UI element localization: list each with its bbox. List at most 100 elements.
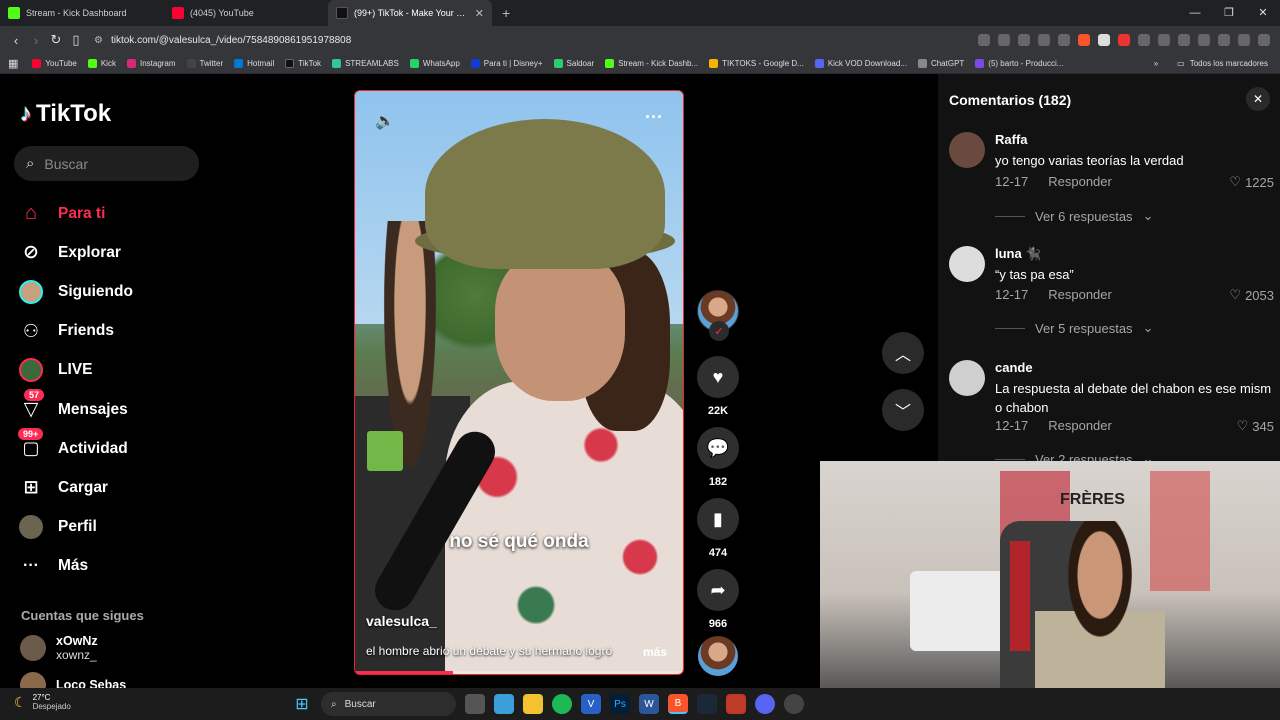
task-view-icon[interactable] [465, 694, 485, 714]
taskbar-search[interactable]: ⌕ Buscar [321, 692, 456, 716]
browser-tab-tiktok[interactable]: (99+) TikTok - Make Your Day ✕ [328, 0, 492, 26]
bookmark-item[interactable]: STREAMLABS [332, 59, 399, 68]
bookmark-item[interactable]: Hotmail [234, 59, 274, 68]
following-account[interactable]: xOwNz xownz_ [20, 634, 98, 662]
forward-icon[interactable]: › [26, 33, 46, 48]
bookmark-item[interactable]: Stream - Kick Dashb... [605, 59, 698, 68]
reply-button[interactable]: Responder [1048, 418, 1112, 433]
zoom-icon[interactable] [1038, 34, 1050, 46]
brave-icon[interactable]: B [668, 694, 688, 714]
volume-icon[interactable]: 🔈 [375, 111, 395, 131]
comment-like-button[interactable]: ♡ 1225 [1229, 174, 1274, 190]
search-input[interactable]: ⌕ Buscar [14, 146, 199, 181]
sound-avatar[interactable] [698, 636, 738, 676]
obs-icon[interactable] [726, 694, 746, 714]
browser-tab-youtube[interactable]: (4045) YouTube [164, 0, 328, 26]
video-author[interactable]: valesulca_ [366, 613, 437, 629]
extensions-puzzle-icon[interactable] [1138, 34, 1150, 46]
bookmark-item[interactable]: Instagram [126, 59, 176, 68]
bookmark-item[interactable]: Kick [87, 59, 116, 68]
video-player[interactable]: 🔈 ··· no sé qué onda valesulca_ el hombr… [354, 90, 684, 675]
bookmark-item[interactable]: TIKTOKS - Google D... [709, 59, 804, 68]
sidebar-item-mensajes[interactable]: ▽ 57 Mensajes [18, 388, 208, 429]
bookmark-item[interactable]: (5) barto - Producci... [975, 59, 1063, 68]
view-replies-button[interactable]: Ver 5 respuestas ⌄ [995, 320, 1153, 336]
bookmark-item[interactable]: WhatsApp [409, 59, 460, 68]
share-icon[interactable] [1058, 34, 1070, 46]
bookmark-item[interactable]: Saldoar [553, 59, 594, 68]
music-icon[interactable] [1178, 34, 1190, 46]
sidebar-item-friends[interactable]: ⚇ Friends [18, 312, 208, 351]
comment-button[interactable]: 💬 182 [696, 427, 740, 488]
comment-username[interactable]: Raffa [995, 132, 1028, 147]
leo-icon[interactable] [1218, 34, 1230, 46]
previous-video-button[interactable]: ︿ [882, 332, 924, 374]
bookmark-item[interactable]: TikTok [285, 59, 321, 68]
all-bookmarks[interactable]: » ▭ Todos los marcadores [1154, 59, 1268, 68]
bookmark-item[interactable]: Para ti | Disney+ [470, 59, 543, 68]
video-progress-bar[interactable] [355, 671, 683, 674]
creator-avatar[interactable]: ✓ [697, 290, 739, 341]
reply-button[interactable]: Responder [1048, 174, 1112, 189]
comment-username[interactable]: luna 🐈‍⬛ [995, 246, 1042, 262]
sidebar-item-cargar[interactable]: ⊞ Cargar [18, 468, 208, 507]
extension-icon[interactable] [1118, 34, 1130, 46]
caption-more-button[interactable]: más [643, 645, 667, 659]
sidebar-icon[interactable] [1158, 34, 1170, 46]
comment-username[interactable]: cande [995, 360, 1033, 375]
bookmark-item[interactable]: ChatGPT [917, 59, 964, 68]
save-button[interactable]: ▮ 474 [696, 498, 740, 559]
reload-icon[interactable]: ↻ [46, 32, 66, 48]
avatar[interactable] [949, 132, 985, 168]
sidebar-item-actividad[interactable]: ▢ 99+ Actividad [18, 427, 208, 468]
steam-icon[interactable] [697, 694, 717, 714]
avatar[interactable] [949, 246, 985, 282]
weather-widget[interactable]: ☾ 27°C Despejado [14, 693, 71, 711]
more-options-icon[interactable]: ··· [645, 107, 663, 128]
share-button[interactable]: ➦ 966 [696, 569, 740, 630]
bookmark-item[interactable]: YouTube [32, 59, 77, 68]
avatar[interactable] [949, 360, 985, 396]
sidebar-item-explorar[interactable]: ⊘ Explorar [18, 233, 208, 272]
sidebar-item-mas[interactable]: ··· Más [18, 547, 208, 586]
new-tab-button[interactable]: + [492, 0, 520, 26]
vpn-icon[interactable] [1238, 34, 1250, 46]
bookmark-item[interactable]: Kick VOD Download... [814, 59, 907, 68]
apps-grid-icon[interactable]: ▦ [8, 57, 18, 70]
close-window-icon[interactable]: ✕ [1246, 0, 1280, 26]
translate-icon[interactable] [1018, 34, 1030, 46]
site-settings-icon[interactable]: ⚙ [94, 35, 103, 46]
spotify-icon[interactable] [552, 694, 572, 714]
brave-shield-icon[interactable] [1078, 34, 1090, 46]
browser-tab-kick[interactable]: Stream - Kick Dashboard [0, 0, 164, 26]
minimize-icon[interactable]: — [1178, 0, 1212, 26]
sidebar-item-live[interactable]: LIVE [18, 351, 208, 390]
url-field[interactable]: ⚙ tiktok.com/@valesulca_/video/758489086… [94, 35, 978, 46]
windows-start-icon[interactable]: ⊞ [292, 694, 312, 714]
sidebar-item-perfil[interactable]: Perfil [18, 508, 208, 547]
sidebar-item-siguiendo[interactable]: Siguiendo [18, 272, 208, 311]
vegas-icon[interactable]: V [581, 694, 601, 714]
restore-icon[interactable]: ❐ [1212, 0, 1246, 26]
word-icon[interactable]: W [639, 694, 659, 714]
extension-icon[interactable] [978, 34, 990, 46]
photoshop-icon[interactable]: Ps [610, 694, 630, 714]
bookmark-item[interactable]: Twitter [186, 59, 223, 68]
comment-like-button[interactable]: ♡ 2053 [1229, 287, 1274, 303]
tiktok-logo[interactable]: ♪ TikTok [20, 100, 111, 128]
close-tab-icon[interactable]: ✕ [475, 7, 484, 20]
back-icon[interactable]: ‹ [6, 33, 26, 48]
view-replies-button[interactable]: Ver 6 respuestas ⌄ [995, 208, 1153, 224]
discord-icon[interactable] [755, 694, 775, 714]
sidebar-item-para-ti[interactable]: ⌂ Para ti [18, 194, 208, 233]
menu-icon[interactable] [1258, 34, 1270, 46]
file-explorer-icon[interactable] [523, 694, 543, 714]
wallet-icon[interactable] [1198, 34, 1210, 46]
extension-icon[interactable] [998, 34, 1010, 46]
comment-like-button[interactable]: ♡ 345 [1237, 418, 1274, 434]
reply-button[interactable]: Responder [1048, 287, 1112, 302]
following-check-icon[interactable]: ✓ [709, 321, 729, 341]
notepad-icon[interactable] [494, 694, 514, 714]
like-button[interactable]: ♥ 22K [696, 356, 740, 417]
close-comments-button[interactable]: ✕ [1246, 87, 1270, 111]
